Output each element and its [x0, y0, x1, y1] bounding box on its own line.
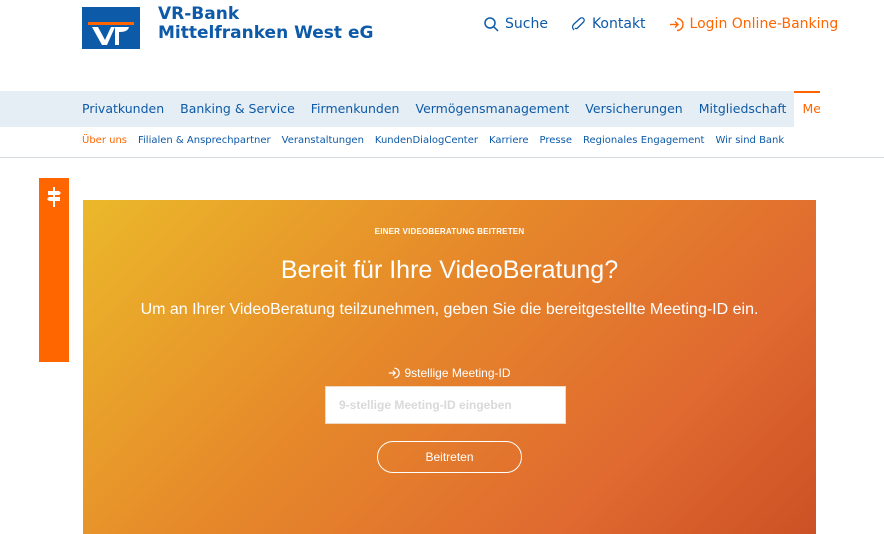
main-navigation: Privatkunden Banking & Service Firmenkun…: [0, 91, 884, 127]
hero-subtitle: Um an Ihrer VideoBeratung teilzunehmen, …: [140, 301, 759, 318]
contact-link[interactable]: Kontakt: [571, 16, 646, 32]
login-icon: [669, 17, 684, 31]
subnav-item-veranstaltungen[interactable]: Veranstaltungen: [282, 135, 364, 146]
hero-title: Bereit für Ihre VideoBeratung?: [280, 256, 619, 284]
phone-icon: [571, 16, 585, 30]
top-links: Suche Kontakt Login Online-Banking: [484, 16, 838, 32]
subnav-item-karriere[interactable]: Karriere: [489, 135, 529, 146]
vr-bank-logo-icon: [82, 7, 140, 49]
nav-item-firmenkunden[interactable]: Firmenkunden: [303, 91, 408, 127]
nav-item-mitgliedschaft[interactable]: Mitgliedschaft: [691, 91, 795, 127]
subnav-item-presse[interactable]: Presse: [540, 135, 572, 146]
header-divider: [0, 157, 884, 158]
nav-item-banking-service[interactable]: Banking & Service: [172, 91, 303, 127]
subnav-item-ueber-uns[interactable]: Über uns: [82, 135, 127, 146]
nav-item-privatkunden[interactable]: Privatkunden: [82, 91, 172, 127]
login-link-label: Login Online-Banking: [689, 16, 839, 32]
bank-name-line2: Mittelfranken West eG: [158, 23, 374, 43]
sub-navigation: Über uns Filialen & Ansprechpartner Vera…: [82, 135, 795, 146]
video-consultation-hero: EINER VIDEOBERATUNG BEITRETEN Bereit für…: [83, 200, 816, 534]
subnav-item-regionales-engagement[interactable]: Regionales Engagement: [583, 135, 704, 146]
bank-name[interactable]: VR-Bank Mittelfranken West eG: [158, 5, 373, 43]
subnav-item-wir-sind-bank[interactable]: Wir sind Bank: [715, 135, 784, 146]
search-icon: [484, 16, 499, 32]
subnav-item-kundendialogcenter[interactable]: KundenDialogCenter: [375, 135, 478, 146]
search-link-label: Suche: [505, 16, 548, 32]
meeting-id-label: 9stellige Meeting-ID: [83, 366, 816, 380]
search-link[interactable]: Suche: [484, 16, 548, 32]
subnav-item-filialen[interactable]: Filialen & Ansprechpartner: [138, 135, 271, 146]
nav-right-spacer: [820, 91, 884, 127]
side-tab-label: MeinInvest: [44, 455, 58, 530]
signpost-icon: [47, 187, 61, 207]
nav-item-vermoegensmanagement[interactable]: Vermögensmanagement: [407, 91, 577, 127]
nav-item-versicherungen[interactable]: Versicherungen: [577, 91, 690, 127]
bank-logo[interactable]: [82, 7, 140, 49]
login-online-banking-link[interactable]: Login Online-Banking: [669, 16, 839, 32]
hero-eyebrow: EINER VIDEOBERATUNG BEITRETEN: [374, 227, 525, 236]
login-icon: [389, 367, 401, 379]
meininvest-side-tab[interactable]: MeinInvest: [39, 178, 69, 530]
meeting-id-input[interactable]: [325, 386, 566, 424]
join-button[interactable]: Beitreten: [377, 441, 522, 473]
bank-name-line1: VR-Bank: [158, 4, 240, 24]
meeting-id-label-text: 9stellige Meeting-ID: [404, 366, 511, 380]
contact-link-label: Kontakt: [591, 16, 646, 32]
